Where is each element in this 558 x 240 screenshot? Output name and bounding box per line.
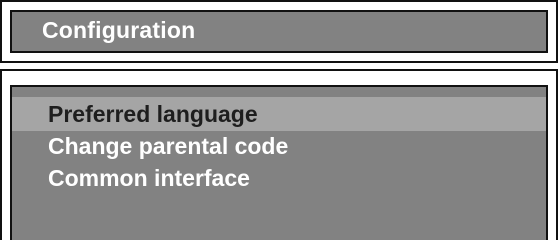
menu-item-common-interface[interactable]: Common interface	[12, 161, 546, 195]
page-title: Configuration	[42, 16, 196, 43]
header-bar: Configuration	[10, 10, 548, 53]
menu-item-change-parental-code[interactable]: Change parental code	[12, 129, 546, 163]
header-frame: Configuration	[0, 0, 558, 63]
menu-frame: Preferred language Change parental code …	[0, 69, 558, 240]
menu-item-preferred-language[interactable]: Preferred language	[12, 97, 546, 131]
menu-panel: Preferred language Change parental code …	[10, 85, 548, 240]
menu-list: Preferred language Change parental code …	[12, 97, 546, 195]
